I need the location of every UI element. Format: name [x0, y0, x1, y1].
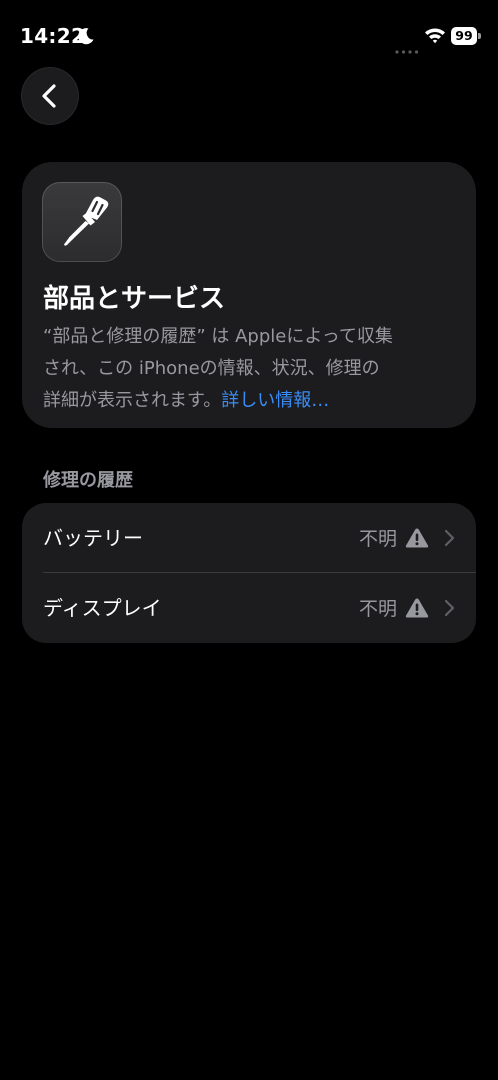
screwdriver-icon [42, 182, 122, 262]
battery-cap [478, 33, 481, 39]
row-label: ディスプレイ [43, 596, 162, 620]
warning-icon [405, 527, 429, 549]
row-label: バッテリー [43, 526, 143, 550]
repair-history-list: バッテリー 不明 ディスプレイ 不明 [22, 503, 476, 643]
chevron-left-icon [42, 84, 56, 108]
learn-more-link[interactable]: 詳しい情報… [221, 390, 329, 411]
description-line: され、この iPhoneの情報、状況、修理の [43, 358, 380, 379]
cellular-signal-icon [395, 39, 419, 54]
description-line: “部品と修理の履歴” は Appleによって収集 [43, 326, 393, 347]
status-time: 14:22 [20, 24, 86, 48]
warning-icon [405, 597, 429, 619]
battery-icon: 99 [451, 27, 481, 45]
row-status-value: 不明 [358, 528, 397, 550]
page-title: 部品とサービス [43, 284, 226, 314]
repair-history-header: 修理の履歴 [43, 470, 133, 491]
list-item-display[interactable]: ディスプレイ 不明 [22, 573, 476, 643]
battery-level: 99 [451, 27, 477, 45]
description-line: 詳細が表示されます。詳しい情報… [43, 385, 463, 417]
status-bar: 14:22 99 [0, 0, 498, 60]
description-line-text: 詳細が表示されます。 [43, 390, 222, 411]
chevron-right-icon [444, 529, 455, 547]
back-button[interactable] [21, 67, 79, 125]
list-item-battery[interactable]: バッテリー 不明 [22, 503, 476, 573]
parts-service-card: 部品とサービス “部品と修理の履歴” は Appleによって収集 され、この i… [22, 162, 476, 428]
chevron-right-icon [444, 599, 455, 617]
row-status-value: 不明 [358, 598, 397, 620]
moon-icon [77, 27, 95, 45]
wifi-icon [424, 27, 446, 44]
hero-description: “部品と修理の履歴” は Appleによって収集 され、この iPhoneの情報… [43, 321, 463, 417]
